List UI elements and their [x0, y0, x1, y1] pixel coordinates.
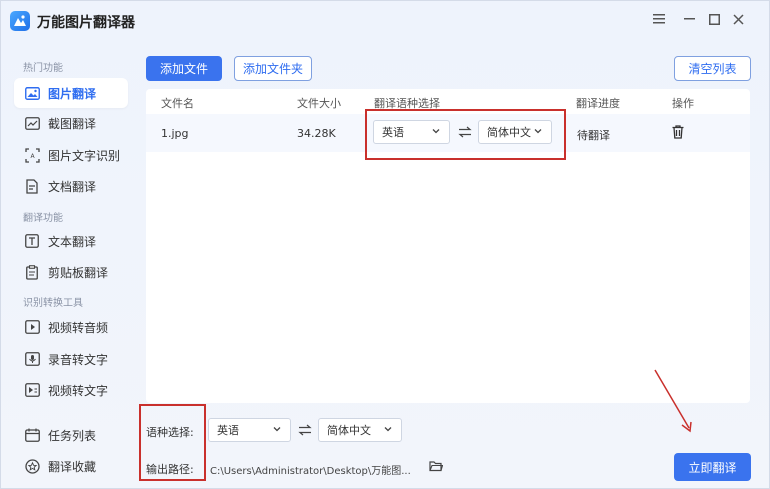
annotation-box-row-lang [365, 109, 566, 160]
sidebar-item-label: 视频转音频 [48, 320, 109, 335]
ocr-icon: A [24, 147, 40, 163]
video-text-icon [24, 382, 40, 398]
minimize-icon[interactable] [680, 10, 698, 28]
image-icon [24, 85, 40, 101]
mic-icon [24, 351, 40, 367]
document-icon [24, 178, 40, 194]
add-file-button[interactable]: 添加文件 [146, 56, 222, 81]
sidebar-section-translate: 翻译功能 [23, 213, 63, 224]
sidebar-item-document-translate[interactable]: 文档翻译 [14, 171, 128, 201]
bottom-target-lang-select[interactable]: 简体中文 [318, 418, 402, 442]
chevron-down-icon [272, 424, 282, 437]
star-icon [24, 458, 40, 474]
sidebar-item-label: 录音转文字 [48, 352, 109, 367]
annotation-box-bottom-labels [139, 404, 206, 481]
sidebar-item-label: 翻译收藏 [48, 459, 97, 474]
sidebar-item-text-translate[interactable]: 文本翻译 [14, 226, 128, 256]
calendar-icon [24, 427, 40, 443]
sidebar-item-label: 任务列表 [48, 428, 97, 443]
title-bar: 万能图片翻译器 [1, 1, 769, 41]
app-window: 万能图片翻译器 热门功能 图片翻译 截图翻译 A 图片文字识别 文档翻译 翻译功… [0, 0, 770, 489]
sidebar-item-record-to-text[interactable]: 录音转文字 [14, 344, 128, 374]
sidebar-item-label: 图片翻译 [48, 86, 97, 101]
table-header-filename: 文件名 [161, 97, 194, 110]
add-folder-button[interactable]: 添加文件夹 [234, 56, 312, 81]
video-audio-icon [24, 319, 40, 335]
chevron-down-icon [383, 424, 393, 437]
sidebar-item-label: 文档翻译 [48, 179, 97, 194]
sidebar-item-favorites[interactable]: 翻译收藏 [14, 451, 128, 481]
sidebar-item-task-list[interactable]: 任务列表 [14, 420, 128, 450]
sidebar-item-video-to-audio[interactable]: 视频转音频 [14, 312, 128, 342]
file-name: 1.jpg [161, 127, 189, 140]
app-title: 万能图片翻译器 [37, 15, 135, 31]
sidebar-item-clipboard-translate[interactable]: 剪贴板翻译 [14, 257, 128, 287]
sidebar-section-hot: 热门功能 [23, 63, 63, 74]
sidebar-item-label: 视频转文字 [48, 383, 109, 398]
screenshot-icon [24, 115, 40, 131]
table-header-progress: 翻译进度 [576, 97, 620, 110]
svg-text:A: A [30, 153, 35, 160]
table-header-action: 操作 [672, 97, 694, 110]
file-size: 34.28K [297, 127, 336, 140]
clipboard-icon [24, 264, 40, 280]
maximize-icon[interactable] [705, 10, 723, 28]
sidebar-item-video-to-text[interactable]: 视频转文字 [14, 375, 128, 405]
clear-list-button[interactable]: 清空列表 [674, 56, 751, 81]
sidebar-item-label: 图片文字识别 [48, 148, 121, 163]
trash-icon[interactable] [672, 125, 684, 142]
sidebar-item-label: 文本翻译 [48, 234, 97, 249]
sidebar: 热门功能 图片翻译 截图翻译 A 图片文字识别 文档翻译 翻译功能 文本翻译 剪… [1, 41, 139, 488]
sidebar-item-label: 截图翻译 [48, 116, 97, 131]
select-value: 英语 [217, 424, 239, 437]
translate-now-button[interactable]: 立即翻译 [674, 453, 751, 481]
sidebar-item-screenshot-translate[interactable]: 截图翻译 [14, 108, 128, 138]
sidebar-item-image-translate[interactable]: 图片翻译 [14, 78, 128, 108]
output-path-value[interactable]: C:\Users\Administrator\Desktop\万能图... [210, 462, 420, 477]
app-logo-icon [10, 11, 30, 31]
sidebar-item-ocr[interactable]: A 图片文字识别 [14, 140, 128, 170]
text-icon [24, 233, 40, 249]
folder-icon[interactable] [429, 460, 444, 475]
select-value: 简体中文 [327, 424, 371, 437]
bottom-source-lang-select[interactable]: 英语 [208, 418, 291, 442]
sidebar-item-label: 剪贴板翻译 [48, 265, 109, 280]
swap-icon[interactable] [297, 423, 313, 437]
table-header-filesize: 文件大小 [297, 97, 341, 110]
sidebar-section-tools: 识别转换工具 [23, 298, 83, 309]
close-icon[interactable] [729, 10, 747, 28]
translate-status: 待翻译 [577, 129, 610, 142]
hamburger-icon[interactable] [650, 10, 668, 28]
annotation-arrow-icon [654, 369, 692, 433]
